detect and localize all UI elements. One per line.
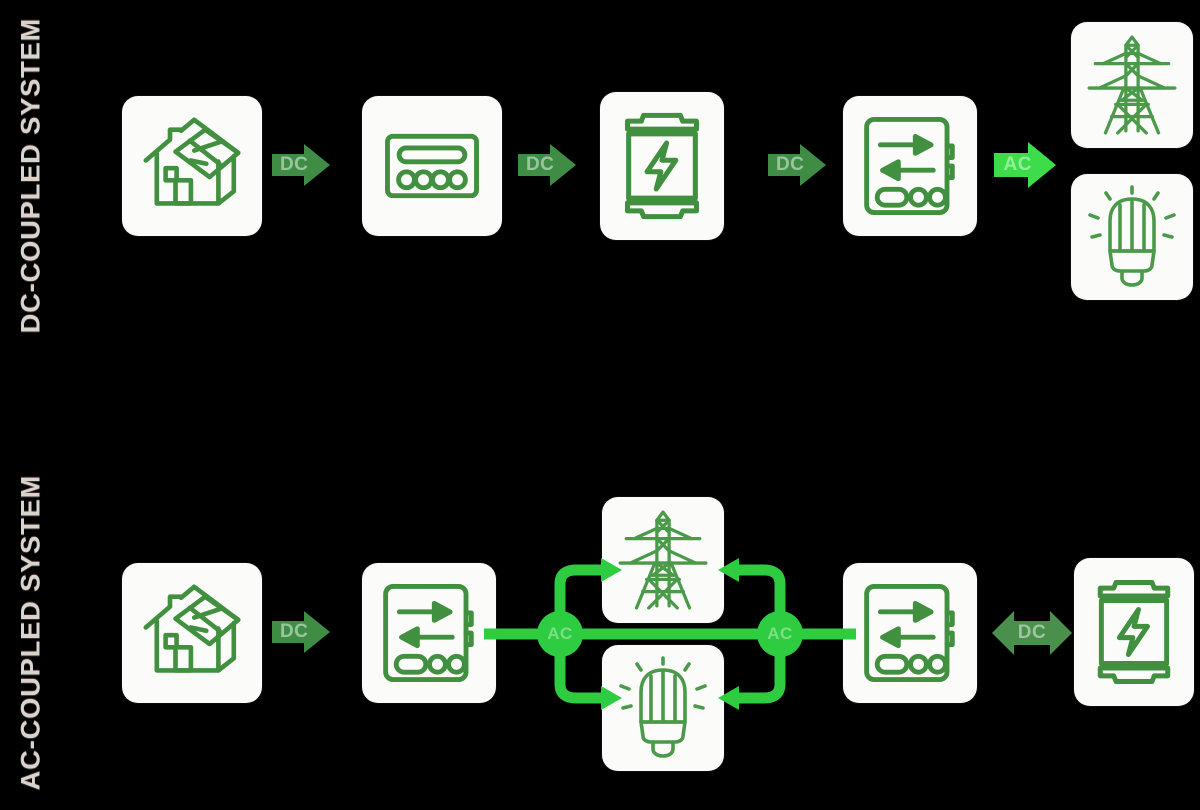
arrow-house-to-controller[interactable]: DC (270, 141, 332, 189)
arrow-battery-to-inverter[interactable]: DC (766, 141, 828, 189)
inverter-icon (376, 578, 482, 688)
ac-bus-arrowheads (537, 558, 803, 710)
house-solar-icon (137, 578, 247, 688)
ac-tile-battery[interactable] (1074, 558, 1194, 706)
ac-tile-battery-inverter[interactable] (843, 563, 977, 703)
arrow-house-to-inverter[interactable]: DC (270, 608, 332, 656)
arrow-bidirectional-icon (992, 611, 1072, 655)
arrow-right-icon (994, 142, 1056, 188)
light-bulb-icon (1082, 185, 1182, 289)
ac-bus[interactable]: AC AC (484, 548, 856, 726)
battery-bolt-icon (616, 106, 708, 226)
arrow-right-icon (768, 144, 826, 186)
inverter-icon (857, 578, 963, 688)
inverter-icon (857, 111, 963, 221)
arrow-controller-to-battery[interactable]: DC (516, 141, 578, 189)
dc-tile-charge-controller[interactable] (362, 96, 502, 236)
arrow-right-icon (272, 611, 330, 653)
dc-tile-battery[interactable] (600, 92, 724, 240)
dc-tile-grid[interactable] (1071, 22, 1193, 148)
diagram-canvas: DC-COUPLED SYSTEM AC-COUPLED SYSTEM DC D… (0, 0, 1200, 810)
ac-tile-solar-inverter[interactable] (362, 563, 496, 703)
dc-tile-inverter[interactable] (843, 96, 977, 236)
ac-tile-solar-house[interactable] (122, 563, 262, 703)
dc-tile-solar-house[interactable] (122, 96, 262, 236)
section-label-dc-coupled: DC-COUPLED SYSTEM (0, 0, 62, 350)
section-label-dc-text: DC-COUPLED SYSTEM (15, 17, 46, 333)
power-tower-icon (1081, 33, 1183, 137)
section-label-ac-text: AC-COUPLED SYSTEM (15, 474, 46, 791)
battery-bolt-icon (1089, 573, 1179, 691)
charge-controller-icon (379, 113, 485, 219)
section-label-ac-coupled: AC-COUPLED SYSTEM (0, 455, 62, 810)
arrow-inverter-to-loads[interactable]: AC (992, 139, 1058, 191)
dc-tile-load[interactable] (1071, 174, 1193, 300)
arrow-right-icon (272, 144, 330, 186)
arrow-right-icon (518, 144, 576, 186)
arrow-inverter-to-battery[interactable]: DC (990, 605, 1074, 661)
house-solar-icon (137, 111, 247, 221)
